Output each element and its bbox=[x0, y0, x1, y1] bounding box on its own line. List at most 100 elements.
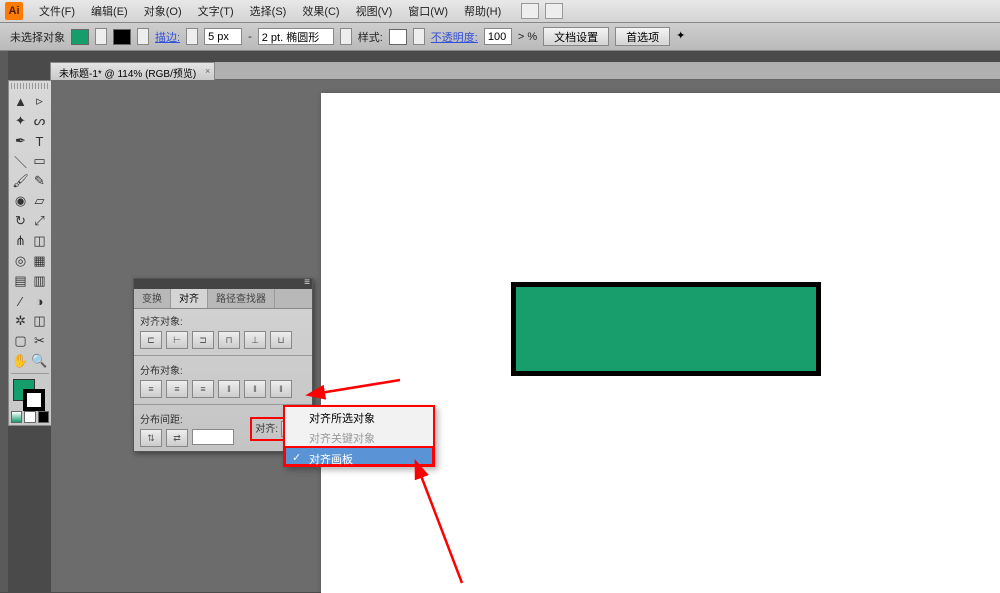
stroke-color[interactable] bbox=[23, 389, 45, 411]
menubar-toggle-icon-1[interactable] bbox=[521, 3, 539, 19]
align-vcenter-button[interactable]: ⊥ bbox=[244, 331, 266, 349]
rectangle-tool[interactable]: ▭ bbox=[30, 151, 49, 171]
align-right-button[interactable]: ⊐ bbox=[192, 331, 214, 349]
options-bar: 未选择对象 描边: - 样式: 不透明度: > % 文档设置 首选项 ✦ bbox=[0, 23, 1000, 51]
panel-grip[interactable] bbox=[11, 83, 49, 89]
align-bottom-button[interactable]: ⊔ bbox=[270, 331, 292, 349]
stroke-swatch[interactable] bbox=[113, 29, 131, 45]
distribute-objects-label: 分布对象: bbox=[140, 362, 306, 377]
zoom-tool[interactable]: 🔍 bbox=[30, 351, 49, 371]
document-tab-bar: 未标题-1* @ 114% (RGB/预览) × bbox=[50, 62, 1000, 80]
scale-tool[interactable]: ⤢ bbox=[30, 211, 49, 231]
menubar-toggle-icon-2[interactable] bbox=[545, 3, 563, 19]
line-tool[interactable]: ＼ bbox=[11, 151, 30, 171]
opacity-input[interactable] bbox=[484, 28, 512, 45]
align-to-popup: 对齐所选对象 对齐关键对象 对齐画板 bbox=[283, 405, 435, 467]
popup-align-key-object: 对齐关键对象 bbox=[285, 427, 433, 447]
blend-tool[interactable]: ◑ bbox=[30, 291, 49, 311]
paintbrush-tool[interactable]: 🖌 bbox=[11, 171, 30, 191]
preferences-button[interactable]: 首选项 bbox=[615, 27, 670, 46]
popup-align-selection[interactable]: 对齐所选对象 bbox=[285, 407, 433, 427]
rectangle-shape[interactable] bbox=[511, 282, 821, 376]
none-color-icon[interactable] bbox=[24, 411, 35, 423]
dist-left-button[interactable]: ‖ bbox=[218, 380, 240, 398]
dist-bottom-button[interactable]: ≡ bbox=[192, 380, 214, 398]
pencil-tool[interactable]: ✎ bbox=[30, 171, 49, 191]
free-transform-tool[interactable]: ◫ bbox=[30, 231, 49, 251]
brush-dropdown[interactable] bbox=[340, 28, 352, 45]
brush-input[interactable] bbox=[258, 28, 334, 45]
tab-pathfinder[interactable]: 路径查找器 bbox=[208, 287, 275, 308]
document-setup-button[interactable]: 文档设置 bbox=[543, 27, 609, 46]
selection-tool[interactable]: ▲ bbox=[11, 91, 30, 111]
no-selection-label: 未选择对象 bbox=[10, 29, 65, 45]
close-icon[interactable]: × bbox=[205, 66, 210, 76]
menu-select[interactable]: 选择(S) bbox=[242, 0, 295, 22]
perspective-grid-tool[interactable]: ▦ bbox=[30, 251, 49, 271]
app-icon: Ai bbox=[5, 2, 23, 20]
left-dock-edge bbox=[0, 51, 8, 592]
menu-type[interactable]: 文字(T) bbox=[190, 0, 242, 22]
hand-tool[interactable]: ✋ bbox=[11, 351, 30, 371]
distribute-spacing-label: 分布间距: bbox=[140, 411, 234, 426]
tab-transform[interactable]: 变换 bbox=[134, 287, 171, 308]
width-tool[interactable]: ⋔ bbox=[11, 231, 30, 251]
pen-tool[interactable]: ✒ bbox=[11, 131, 30, 151]
document-tab[interactable]: 未标题-1* @ 114% (RGB/预览) × bbox=[50, 62, 215, 80]
type-tool[interactable]: T bbox=[30, 131, 49, 151]
dist-hcenter-button[interactable]: ‖ bbox=[244, 380, 266, 398]
blob-brush-tool[interactable]: ◉ bbox=[11, 191, 30, 211]
artboard[interactable] bbox=[321, 93, 1000, 593]
artboard-tool[interactable]: ▢ bbox=[11, 331, 30, 351]
menu-window[interactable]: 窗口(W) bbox=[400, 0, 456, 22]
fill-stroke-control[interactable] bbox=[11, 377, 49, 409]
style-label: 样式: bbox=[358, 29, 383, 45]
align-to-label: 对齐: bbox=[255, 420, 278, 435]
dist-top-button[interactable]: ≡ bbox=[140, 380, 162, 398]
lasso-tool[interactable]: ᔕ bbox=[30, 111, 49, 131]
panel-header[interactable] bbox=[134, 279, 312, 289]
menu-view[interactable]: 视图(V) bbox=[348, 0, 401, 22]
menu-edit[interactable]: 编辑(E) bbox=[83, 0, 136, 22]
popup-align-artboard[interactable]: 对齐画板 bbox=[284, 446, 434, 466]
stroke-weight-stepper[interactable] bbox=[186, 28, 198, 45]
opacity-label[interactable]: 不透明度: bbox=[431, 29, 478, 45]
menu-help[interactable]: 帮助(H) bbox=[456, 0, 509, 22]
color-mode-icon[interactable] bbox=[11, 411, 22, 423]
menu-effect[interactable]: 效果(C) bbox=[294, 0, 347, 22]
rotate-tool[interactable]: ↻ bbox=[11, 211, 30, 231]
stroke-label[interactable]: 描边: bbox=[155, 29, 180, 45]
dist-space-v-button[interactable]: ⇅ bbox=[140, 429, 162, 447]
tools-panel: ▲▹ ✦ᔕ ✒T ＼▭ 🖌✎ ◉▱ ↻⤢ ⋔◫ ◎▦ ▤▥ ⁄◑ ✲◫ ▢✂ ✋… bbox=[8, 80, 52, 426]
align-left-button[interactable]: ⊏ bbox=[140, 331, 162, 349]
brush-dash: - bbox=[248, 31, 252, 43]
graph-tool[interactable]: ◫ bbox=[30, 311, 49, 331]
stroke-weight-input[interactable] bbox=[204, 28, 242, 45]
default-color-icon[interactable] bbox=[38, 411, 49, 423]
align-hcenter-button[interactable]: ⊢ bbox=[166, 331, 188, 349]
wand-icon[interactable]: ✦ bbox=[676, 29, 694, 45]
eyedropper-tool[interactable]: ⁄ bbox=[11, 291, 30, 311]
style-swatch[interactable] bbox=[389, 29, 407, 45]
style-dropdown[interactable] bbox=[413, 28, 425, 45]
eraser-tool[interactable]: ▱ bbox=[30, 191, 49, 211]
tab-align[interactable]: 对齐 bbox=[171, 286, 208, 308]
slice-tool[interactable]: ✂ bbox=[30, 331, 49, 351]
direct-selection-tool[interactable]: ▹ bbox=[30, 91, 49, 111]
gradient-tool[interactable]: ▥ bbox=[30, 271, 49, 291]
menu-object[interactable]: 对象(O) bbox=[136, 0, 190, 22]
panel-tabs: 变换 对齐 路径查找器 bbox=[134, 289, 312, 309]
menu-file[interactable]: 文件(F) bbox=[31, 0, 83, 22]
spacing-input[interactable] bbox=[192, 429, 234, 445]
stroke-dropdown[interactable] bbox=[137, 28, 149, 45]
fill-dropdown[interactable] bbox=[95, 28, 107, 45]
align-top-button[interactable]: ⊓ bbox=[218, 331, 240, 349]
shape-builder-tool[interactable]: ◎ bbox=[11, 251, 30, 271]
magic-wand-tool[interactable]: ✦ bbox=[11, 111, 30, 131]
mesh-tool[interactable]: ▤ bbox=[11, 271, 30, 291]
fill-swatch[interactable] bbox=[71, 29, 89, 45]
dist-right-button[interactable]: ‖ bbox=[270, 380, 292, 398]
dist-vcenter-button[interactable]: ≡ bbox=[166, 380, 188, 398]
dist-space-h-button[interactable]: ⇄ bbox=[166, 429, 188, 447]
symbol-sprayer-tool[interactable]: ✲ bbox=[11, 311, 30, 331]
